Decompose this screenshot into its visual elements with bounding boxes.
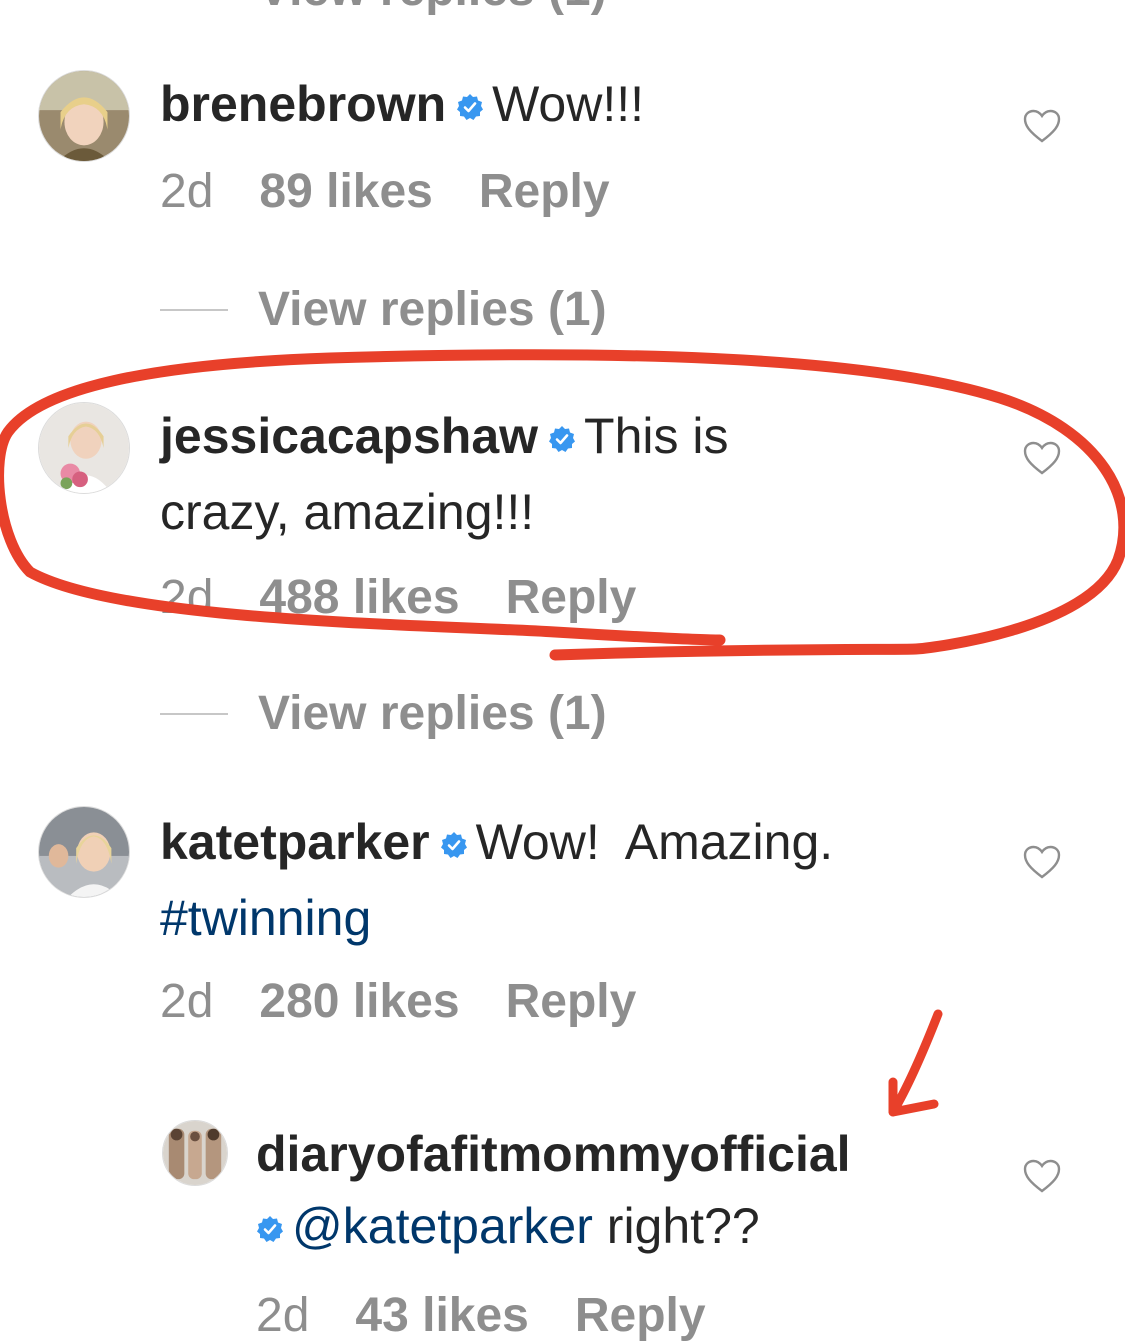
comment-text: katetparker Wow! Amazing. #twinning (160, 806, 833, 954)
comment-meta: 2d 280 likes Reply (160, 974, 682, 1029)
likes-count[interactable]: 488 likes (259, 571, 459, 624)
hashtag-link[interactable]: #twinning (160, 890, 371, 946)
view-replies-button[interactable]: View replies (1) (160, 686, 607, 741)
avatar[interactable] (162, 1120, 228, 1186)
reply-button[interactable]: Reply (479, 165, 610, 218)
username[interactable]: katetparker (160, 814, 430, 870)
comment-text: brenebrown Wow!!! (160, 68, 644, 144)
top-view-replies-partial[interactable]: View replies (1) (258, 0, 607, 17)
username[interactable]: brenebrown (160, 76, 446, 132)
comment-body-line2: crazy, amazing!!! (160, 483, 535, 540)
avatar[interactable] (38, 806, 130, 898)
mention-link[interactable]: @katetparker (292, 1198, 593, 1254)
likes-count[interactable]: 89 likes (259, 165, 432, 218)
verified-badge-icon (548, 400, 576, 472)
comment-meta: 2d 488 likes Reply (160, 570, 682, 625)
view-replies-label[interactable]: View replies (1) (258, 686, 607, 741)
likes-count[interactable]: 43 likes (355, 1289, 528, 1342)
username[interactable]: jessicacapshaw (160, 408, 538, 464)
avatar[interactable] (38, 402, 130, 494)
timestamp: 2d (160, 975, 214, 1028)
comment-body: right?? (606, 1198, 760, 1254)
heart-icon[interactable] (1022, 108, 1062, 144)
verified-badge-icon (456, 68, 484, 140)
reply-button[interactable]: Reply (506, 975, 637, 1028)
timestamp: 2d (160, 165, 214, 218)
comment-text: diaryofafitmommyofficial @katetparker ri… (256, 1118, 851, 1266)
view-replies-button[interactable]: View replies (1) (160, 282, 607, 337)
comment-meta: 2d 89 likes Reply (160, 164, 656, 219)
heart-icon[interactable] (1022, 440, 1062, 476)
divider-line (160, 712, 228, 715)
reply-button[interactable]: Reply (575, 1289, 706, 1342)
timestamp: 2d (256, 1289, 310, 1342)
comment-body: Wow! Amazing. (475, 814, 834, 870)
verified-badge-icon (256, 1190, 284, 1262)
likes-count[interactable]: 280 likes (259, 975, 459, 1028)
timestamp: 2d (160, 571, 214, 624)
reply-button[interactable]: Reply (506, 571, 637, 624)
comment-text: jessicacapshaw This is crazy, amazing!!! (160, 400, 729, 548)
view-replies-label[interactable]: View replies (1) (258, 282, 607, 337)
username[interactable]: diaryofafitmommyofficial (256, 1126, 851, 1182)
comment-meta: 2d 43 likes Reply (256, 1288, 752, 1343)
comment-body: Wow!!! (492, 76, 645, 132)
heart-icon[interactable] (1022, 1158, 1062, 1194)
verified-badge-icon (440, 806, 468, 878)
divider-line (160, 308, 228, 311)
comment-body: This is (584, 408, 729, 464)
avatar[interactable] (38, 70, 130, 162)
annotation-arrow-icon (888, 1009, 943, 1117)
heart-icon[interactable] (1022, 844, 1062, 880)
